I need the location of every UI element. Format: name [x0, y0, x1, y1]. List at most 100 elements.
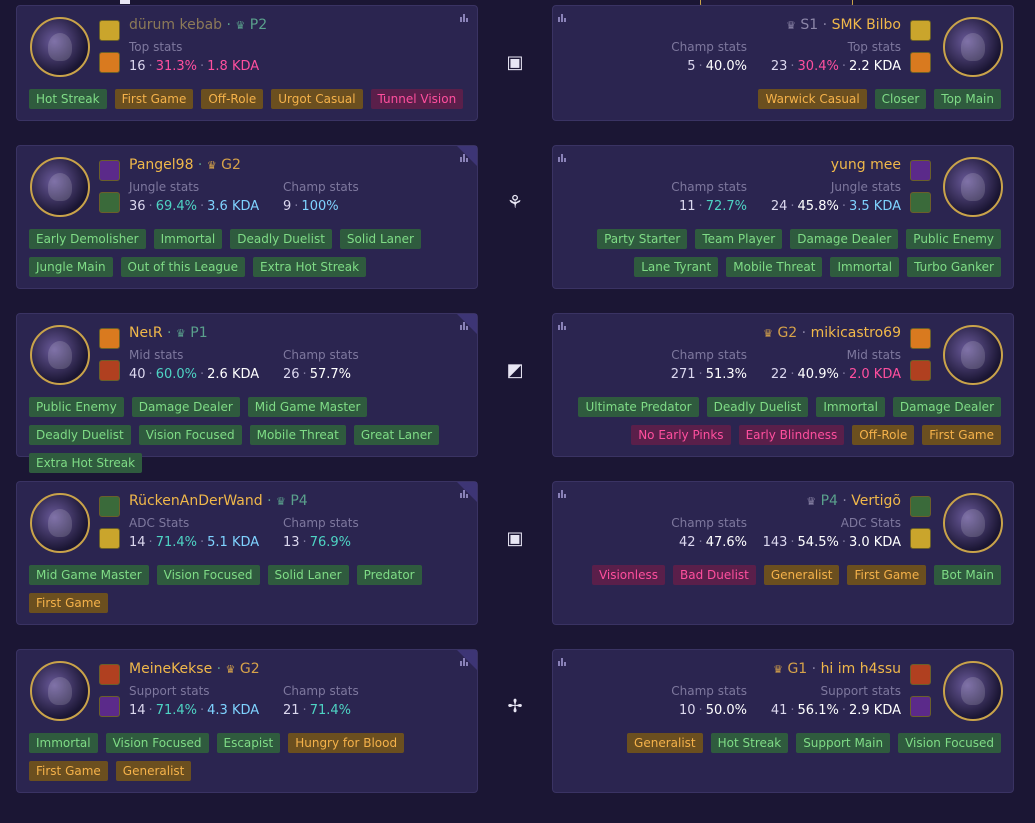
- player-tag[interactable]: Mid Game Master: [29, 565, 149, 585]
- player-tag[interactable]: Early Blindness: [738, 425, 845, 445]
- player-tag[interactable]: Ultimate Predator: [578, 397, 699, 417]
- player-tag[interactable]: First Game: [114, 89, 194, 109]
- player-tag[interactable]: First Game: [29, 761, 108, 781]
- player-tag[interactable]: Off-Role: [852, 425, 915, 445]
- player-tag[interactable]: Immortal: [29, 733, 98, 753]
- player-name[interactable]: hi im h4ssu: [821, 661, 901, 677]
- player-tag[interactable]: Escapist: [216, 733, 281, 753]
- bar-chart-icon[interactable]: [558, 153, 568, 162]
- player-tag[interactable]: Solid Laner: [339, 229, 421, 249]
- player-tag[interactable]: Bot Main: [934, 565, 1001, 585]
- player-name-line[interactable]: ♛ S1 · SMK Bilbo: [786, 17, 901, 33]
- ally-player-card[interactable]: NeιR · ♛ P1 Mid stats 40 · 60.0% · 2.6 KDA Cham…: [16, 313, 478, 473]
- player-name-line[interactable]: ♛ G2 · mikicastro69: [763, 325, 901, 341]
- player-name[interactable]: Pangel98: [129, 157, 193, 173]
- player-tag[interactable]: Off-Role: [201, 89, 264, 109]
- player-tag[interactable]: Immortal: [830, 257, 900, 277]
- player-name[interactable]: Vertigõ: [851, 493, 901, 509]
- enemy-player-card[interactable]: yung mee Jungle stats 24 · 45.8% · 3.5 KDA Cham…: [552, 145, 1014, 289]
- player-tag[interactable]: Solid Laner: [267, 565, 349, 585]
- player-tag[interactable]: Out of this League: [120, 257, 246, 277]
- bar-chart-icon[interactable]: [460, 13, 470, 22]
- player-tag[interactable]: Mid Game Master: [247, 397, 368, 417]
- player-tag[interactable]: Generalist: [627, 733, 703, 753]
- player-tag[interactable]: Party Starter: [597, 229, 688, 249]
- player-name-line[interactable]: Pangel98 · ♛ G2: [129, 157, 241, 173]
- player-tag[interactable]: Bad Duelist: [672, 565, 756, 585]
- ally-player-card[interactable]: Pangel98 · ♛ G2 Jungle stats 36 · 69.4% · 3.6 …: [16, 145, 478, 289]
- bar-chart-icon[interactable]: [558, 657, 568, 666]
- player-tag[interactable]: Urgot Casual: [271, 89, 363, 109]
- player-tag[interactable]: Deadly Duelist: [230, 229, 332, 249]
- bar-chart-icon[interactable]: [460, 657, 470, 666]
- player-tag[interactable]: Extra Hot Streak: [29, 453, 143, 473]
- bar-chart-icon[interactable]: [558, 321, 568, 330]
- ally-player-card[interactable]: dürum kebab · ♛ P2 Top stats 16 · 31.3% · 1.8 …: [16, 5, 478, 121]
- player-name-line[interactable]: ♛ G1 · hi im h4ssu: [773, 661, 901, 677]
- player-tag[interactable]: Damage Dealer: [790, 229, 899, 249]
- name-separator: ·: [162, 325, 176, 341]
- bar-chart-icon[interactable]: [460, 153, 470, 162]
- ally-player-card[interactable]: MeineKekse · ♛ G2 Support stats 14 · 71.4% · 4…: [16, 649, 478, 793]
- bar-chart-icon[interactable]: [460, 321, 470, 330]
- player-name[interactable]: yung mee: [831, 157, 901, 173]
- player-tag[interactable]: Closer: [874, 89, 927, 109]
- player-tag[interactable]: Extra Hot Streak: [253, 257, 367, 277]
- player-tag[interactable]: Hot Streak: [29, 89, 107, 109]
- enemy-player-card[interactable]: ♛ P4 · Vertigõ ADC Stats 143 · 54.5% · 3.0 KDA…: [552, 481, 1014, 625]
- player-tag[interactable]: Deadly Duelist: [706, 397, 809, 417]
- player-name-line[interactable]: dürum kebab · ♛ P2: [129, 17, 267, 33]
- player-tag[interactable]: No Early Pinks: [631, 425, 731, 445]
- player-tag[interactable]: Immortal: [153, 229, 223, 249]
- player-tag[interactable]: Vision Focused: [898, 733, 1001, 753]
- bar-chart-icon[interactable]: [460, 489, 470, 498]
- player-name[interactable]: dürum kebab: [129, 17, 222, 33]
- player-tag[interactable]: Public Enemy: [906, 229, 1001, 249]
- enemy-player-card[interactable]: ♛ G2 · mikicastro69 Mid stats 22 · 40.9% · 2.0…: [552, 313, 1014, 457]
- player-tag[interactable]: Deadly Duelist: [29, 425, 131, 445]
- player-tag[interactable]: Mobile Threat: [249, 425, 346, 445]
- player-tag[interactable]: Vision Focused: [138, 425, 242, 445]
- player-tag[interactable]: First Game: [29, 593, 108, 613]
- bar-chart-icon[interactable]: [558, 13, 568, 22]
- player-tag[interactable]: Generalist: [115, 761, 192, 781]
- player-tag[interactable]: Hot Streak: [710, 733, 789, 753]
- player-tag[interactable]: Damage Dealer: [131, 397, 240, 417]
- player-tag[interactable]: Top Main: [934, 89, 1001, 109]
- enemy-player-card[interactable]: ♛ G1 · hi im h4ssu Support stats 41 · 56.1% ·…: [552, 649, 1014, 793]
- player-tag[interactable]: First Game: [922, 425, 1001, 445]
- bar-chart-icon[interactable]: [558, 489, 568, 498]
- player-tag[interactable]: Support Main: [796, 733, 891, 753]
- player-tag[interactable]: Vision Focused: [105, 733, 209, 753]
- player-tag[interactable]: Vision Focused: [156, 565, 260, 585]
- player-tag[interactable]: Turbo Ganker: [907, 257, 1001, 277]
- player-tag[interactable]: Warwick Casual: [758, 89, 867, 109]
- player-name-line[interactable]: MeineKekse · ♛ G2: [129, 661, 260, 677]
- player-name[interactable]: RückenAnDerWand: [129, 493, 263, 509]
- player-name[interactable]: MeineKekse: [129, 661, 212, 677]
- player-name-line[interactable]: NeιR · ♛ P1: [129, 325, 208, 341]
- player-tag[interactable]: Public Enemy: [29, 397, 124, 417]
- player-name-line[interactable]: yung mee: [831, 157, 901, 173]
- player-name-line[interactable]: ♛ P4 · Vertigõ: [806, 493, 901, 509]
- player-tag[interactable]: Team Player: [695, 229, 783, 249]
- player-tag[interactable]: Generalist: [763, 565, 840, 585]
- player-tag[interactable]: Predator: [356, 565, 422, 585]
- enemy-player-card[interactable]: ♛ S1 · SMK Bilbo Top stats 23 · 30.4% · 2.2 KD…: [552, 5, 1014, 121]
- player-name[interactable]: mikicastro69: [811, 325, 901, 341]
- player-tag[interactable]: Jungle Main: [29, 257, 113, 277]
- player-tag[interactable]: First Game: [847, 565, 927, 585]
- player-tag[interactable]: Early Demolisher: [29, 229, 146, 249]
- player-tag[interactable]: Immortal: [816, 397, 885, 417]
- player-tag[interactable]: Great Laner: [353, 425, 440, 445]
- player-tag[interactable]: Mobile Threat: [726, 257, 823, 277]
- player-tag[interactable]: Lane Tyrant: [634, 257, 719, 277]
- player-tag[interactable]: Damage Dealer: [892, 397, 1001, 417]
- player-tag[interactable]: Visionless: [591, 565, 665, 585]
- player-name[interactable]: SMK Bilbo: [832, 17, 901, 33]
- player-name-line[interactable]: RückenAnDerWand · ♛ P4: [129, 493, 308, 509]
- ally-player-card[interactable]: RückenAnDerWand · ♛ P4 ADC Stats 14 · 71.4% ·…: [16, 481, 478, 625]
- player-tag[interactable]: Tunnel Vision: [370, 89, 464, 109]
- player-name[interactable]: NeιR: [129, 325, 163, 341]
- player-tag[interactable]: Hungry for Blood: [288, 733, 405, 753]
